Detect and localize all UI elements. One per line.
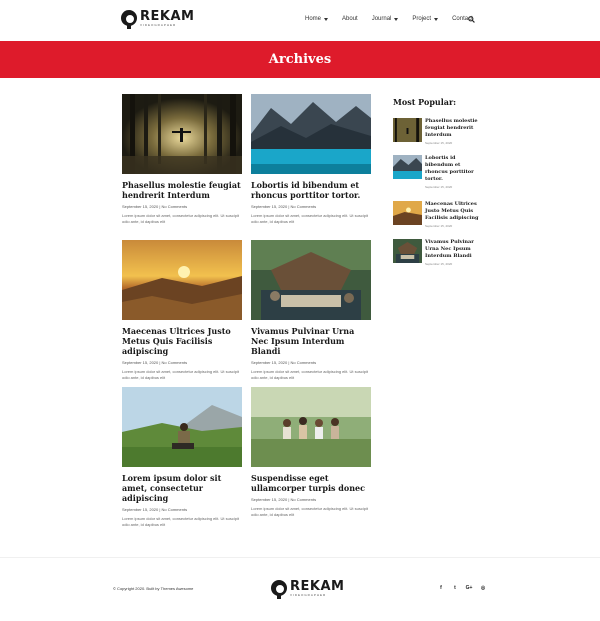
popular-post[interactable]: Phasellus molestie feugiat hendrerit Int… — [393, 118, 483, 145]
post-image-lake[interactable] — [251, 94, 371, 174]
google-plus-icon[interactable]: G+ — [465, 584, 473, 592]
post-excerpt: Lorem ipsum dolor sit amet, consectetur … — [122, 369, 239, 380]
dribbble-icon[interactable]: ◎ — [479, 584, 487, 592]
post-image-picnic[interactable] — [251, 240, 371, 320]
post-excerpt: Lorem ipsum dolor sit amet, consectetur … — [122, 516, 239, 527]
nav-item-project[interactable]: Project — [412, 16, 439, 22]
popular-post-title[interactable]: Vivamus Pulvinar Urna Nec Ipsum Interdum… — [425, 239, 483, 260]
camera-logo-icon — [271, 580, 287, 599]
footer-divider — [0, 557, 600, 558]
brand-name: REKAM — [290, 579, 345, 594]
post-comments-link[interactable]: No Comments — [291, 497, 317, 502]
post-comments-link[interactable]: No Comments — [162, 204, 188, 209]
post-meta: September 15, 2020 | No Comments — [122, 360, 188, 365]
popular-post-date: September 15, 2020 — [425, 141, 453, 145]
post-image-sunset[interactable] — [122, 240, 242, 320]
post-excerpt: Lorem ipsum dolor sit amet, consectetur … — [251, 506, 368, 517]
post-card: Suspendisse eget ullamcorper turpis done… — [251, 387, 371, 518]
post-excerpt: Lorem ipsum dolor sit amet, consectetur … — [122, 213, 239, 224]
post-meta: September 15, 2020 | No Comments — [251, 497, 317, 502]
facebook-icon[interactable]: f — [437, 584, 445, 592]
post-card: Lobortis id bibendum et rhoncus porttito… — [251, 94, 371, 225]
site-logo[interactable]: REKAM VIDEOGRAPHER — [121, 9, 195, 29]
post-comments-link[interactable]: No Comments — [291, 204, 317, 209]
camera-logo-icon — [121, 10, 137, 29]
post-comments-link[interactable]: No Comments — [162, 507, 188, 512]
chevron-down-icon — [324, 17, 329, 21]
chevron-down-icon — [434, 17, 439, 21]
social-links: f t G+ ◎ — [437, 584, 493, 592]
post-title[interactable]: Vivamus Pulvinar Urna Nec Ipsum Interdum… — [251, 326, 371, 356]
brand-name: REKAM — [140, 9, 195, 24]
copyright-text: © Copyright 2020. Built by Themes Awesom… — [113, 586, 194, 591]
post-meta: September 15, 2020 | No Comments — [122, 204, 188, 209]
popular-post-title[interactable]: Maecenas Ultrices Justo Metus Quis Facil… — [425, 201, 483, 222]
page-title: Archives — [268, 52, 332, 67]
brand-tagline: VIDEOGRAPHER — [290, 593, 327, 597]
popular-thumb[interactable] — [393, 118, 422, 142]
post-card: Lorem ipsum dolor sit amet, consectetur … — [122, 387, 242, 528]
popular-post-title[interactable]: Lobortis id bibendum et rhoncus porttito… — [425, 155, 483, 183]
post-title[interactable]: Suspendisse eget ullamcorper turpis done… — [251, 473, 371, 493]
post-image-hiker[interactable] — [122, 387, 242, 467]
post-excerpt: Lorem ipsum dolor sit amet, consectetur … — [251, 369, 368, 380]
post-comments-link[interactable]: No Comments — [291, 360, 317, 365]
site-header: REKAM VIDEOGRAPHER Home About Journal Pr… — [0, 0, 600, 40]
main-nav: Home About Journal Project Contact — [305, 16, 487, 22]
footer-logo[interactable]: REKAM VIDEOGRAPHER — [271, 579, 345, 599]
post-card: Maecenas Ultrices Justo Metus Quis Facil… — [122, 240, 242, 381]
popular-post[interactable]: Maecenas Ultrices Justo Metus Quis Facil… — [393, 201, 483, 228]
post-card: Phasellus molestie feugiat hendrerit Int… — [122, 94, 242, 225]
nav-item-journal[interactable]: Journal — [372, 16, 399, 22]
nav-item-about[interactable]: About — [342, 16, 358, 22]
post-image-friends[interactable] — [251, 387, 371, 467]
post-title[interactable]: Phasellus molestie feugiat hendrerit Int… — [122, 180, 242, 200]
nav-item-home[interactable]: Home — [305, 16, 329, 22]
popular-thumb[interactable] — [393, 239, 422, 263]
popular-post-date: September 15, 2020 — [425, 224, 453, 228]
post-card: Vivamus Pulvinar Urna Nec Ipsum Interdum… — [251, 240, 371, 381]
post-title[interactable]: Lobortis id bibendum et rhoncus porttito… — [251, 180, 371, 200]
post-comments-link[interactable]: No Comments — [162, 360, 188, 365]
sidebar-title: Most Popular: — [393, 97, 457, 107]
brand-tagline: VIDEOGRAPHER — [140, 23, 177, 27]
post-title[interactable]: Maecenas Ultrices Justo Metus Quis Facil… — [122, 326, 242, 356]
popular-thumb[interactable] — [393, 201, 422, 225]
popular-post-title[interactable]: Phasellus molestie feugiat hendrerit Int… — [425, 118, 483, 139]
popular-thumb[interactable] — [393, 155, 422, 179]
post-image-forest[interactable] — [122, 94, 242, 174]
search-icon[interactable] — [468, 16, 475, 23]
post-excerpt: Lorem ipsum dolor sit amet, consectetur … — [251, 213, 368, 224]
popular-post[interactable]: Lobortis id bibendum et rhoncus porttito… — [393, 155, 483, 189]
post-meta: September 15, 2020 | No Comments — [122, 507, 188, 512]
popular-post[interactable]: Vivamus Pulvinar Urna Nec Ipsum Interdum… — [393, 239, 483, 266]
post-meta: September 15, 2020 | No Comments — [251, 204, 317, 209]
page-banner: Archives — [0, 41, 600, 78]
chevron-down-icon — [394, 17, 399, 21]
post-title[interactable]: Lorem ipsum dolor sit amet, consectetur … — [122, 473, 242, 503]
popular-post-date: September 15, 2020 — [425, 185, 453, 189]
popular-post-date: September 15, 2020 — [425, 262, 453, 266]
post-meta: September 15, 2020 | No Comments — [251, 360, 317, 365]
twitter-icon[interactable]: t — [451, 584, 459, 592]
